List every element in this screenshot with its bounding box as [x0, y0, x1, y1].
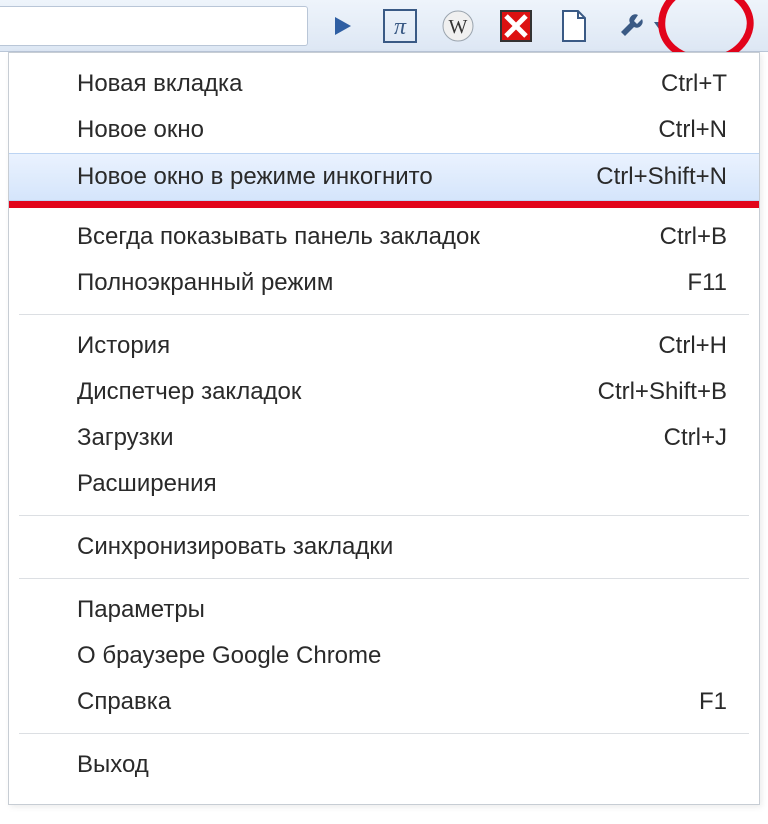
red-x-icon: [500, 10, 532, 42]
wikipedia-button[interactable]: W: [438, 6, 478, 46]
menu-item-shortcut: Ctrl+J: [664, 424, 727, 452]
menu-item-label: Параметры: [77, 596, 205, 624]
menu-item[interactable]: Синхронизировать закладки: [9, 524, 759, 570]
menu-item-label: Новое окно в режиме инкогнито: [77, 163, 433, 191]
menu-item[interactable]: Загрузки Ctrl+J: [9, 415, 759, 461]
wrench-menu-button[interactable]: [612, 6, 668, 46]
menu-item-shortcut: Ctrl+Shift+B: [598, 378, 727, 406]
menu-separator: [19, 314, 749, 315]
annotation-red-underline: [9, 201, 759, 208]
menu-item-shortcut: Ctrl+H: [658, 332, 727, 360]
menu-item-label: История: [77, 332, 170, 360]
pi-icon: π: [383, 9, 417, 43]
menu-item[interactable]: О браузере Google Chrome: [9, 633, 759, 679]
menu-separator: [19, 515, 749, 516]
menu-item-label: О браузере Google Chrome: [77, 642, 381, 670]
page-icon: [560, 9, 588, 43]
menu-item[interactable]: Диспетчер закладок Ctrl+Shift+B: [9, 369, 759, 415]
menu-item-label: Справка: [77, 688, 171, 716]
menu-item-label: Диспетчер закладок: [77, 378, 301, 406]
wrench-icon: [618, 11, 648, 41]
browser-toolbar: π W: [0, 0, 768, 52]
menu-item-label: Полноэкранный режим: [77, 269, 333, 297]
wrench-dropdown-menu: Новая вкладкаCtrl+TНовое окноCtrl+NНовое…: [8, 52, 760, 805]
menu-item-label: Синхронизировать закладки: [77, 533, 393, 561]
address-bar[interactable]: [0, 6, 308, 46]
menu-item[interactable]: История Ctrl+H: [9, 323, 759, 369]
menu-item[interactable]: Всегда показывать панель закладок Ctrl+B: [9, 214, 759, 260]
chevron-down-icon: [654, 22, 664, 29]
menu-item[interactable]: Новое окно Ctrl+N: [9, 107, 759, 153]
svg-text:π: π: [394, 14, 407, 40]
menu-item[interactable]: Справка F1: [9, 679, 759, 725]
wikipedia-icon: W: [441, 9, 475, 43]
menu-item[interactable]: Новое окно в режиме инкогнито Ctrl+Shift+…: [9, 153, 759, 201]
play-icon: [331, 15, 353, 37]
svg-text:W: W: [449, 16, 468, 38]
toolbar-buttons: π W: [316, 0, 768, 52]
menu-separator: [19, 578, 749, 579]
menu-item[interactable]: Полноэкранный режим F11: [9, 260, 759, 306]
play-button[interactable]: [322, 6, 362, 46]
menu-separator: [19, 733, 749, 734]
menu-item-label: Новая вкладка: [77, 70, 242, 98]
menu-item-label: Выход: [77, 751, 149, 779]
menu-item[interactable]: Параметры: [9, 587, 759, 633]
menu-item[interactable]: Новая вкладка Ctrl+T: [9, 61, 759, 107]
menu-item-shortcut: Ctrl+Shift+N: [596, 163, 727, 191]
menu-item-label: Расширения: [77, 470, 217, 498]
menu-item-shortcut: F11: [687, 269, 727, 297]
menu-item-shortcut: Ctrl+B: [660, 223, 727, 251]
menu-item-shortcut: Ctrl+N: [658, 116, 727, 144]
pi-button[interactable]: π: [380, 6, 420, 46]
menu-item[interactable]: Расширения: [9, 461, 759, 507]
red-x-button[interactable]: [496, 6, 536, 46]
menu-item-label: Всегда показывать панель закладок: [77, 223, 480, 251]
menu-item-label: Новое окно: [77, 116, 204, 144]
menu-item-shortcut: Ctrl+T: [661, 70, 727, 98]
page-button[interactable]: [554, 6, 594, 46]
menu-item-shortcut: F1: [699, 688, 727, 716]
menu-item-label: Загрузки: [77, 424, 174, 452]
menu-item[interactable]: Выход: [9, 742, 759, 788]
